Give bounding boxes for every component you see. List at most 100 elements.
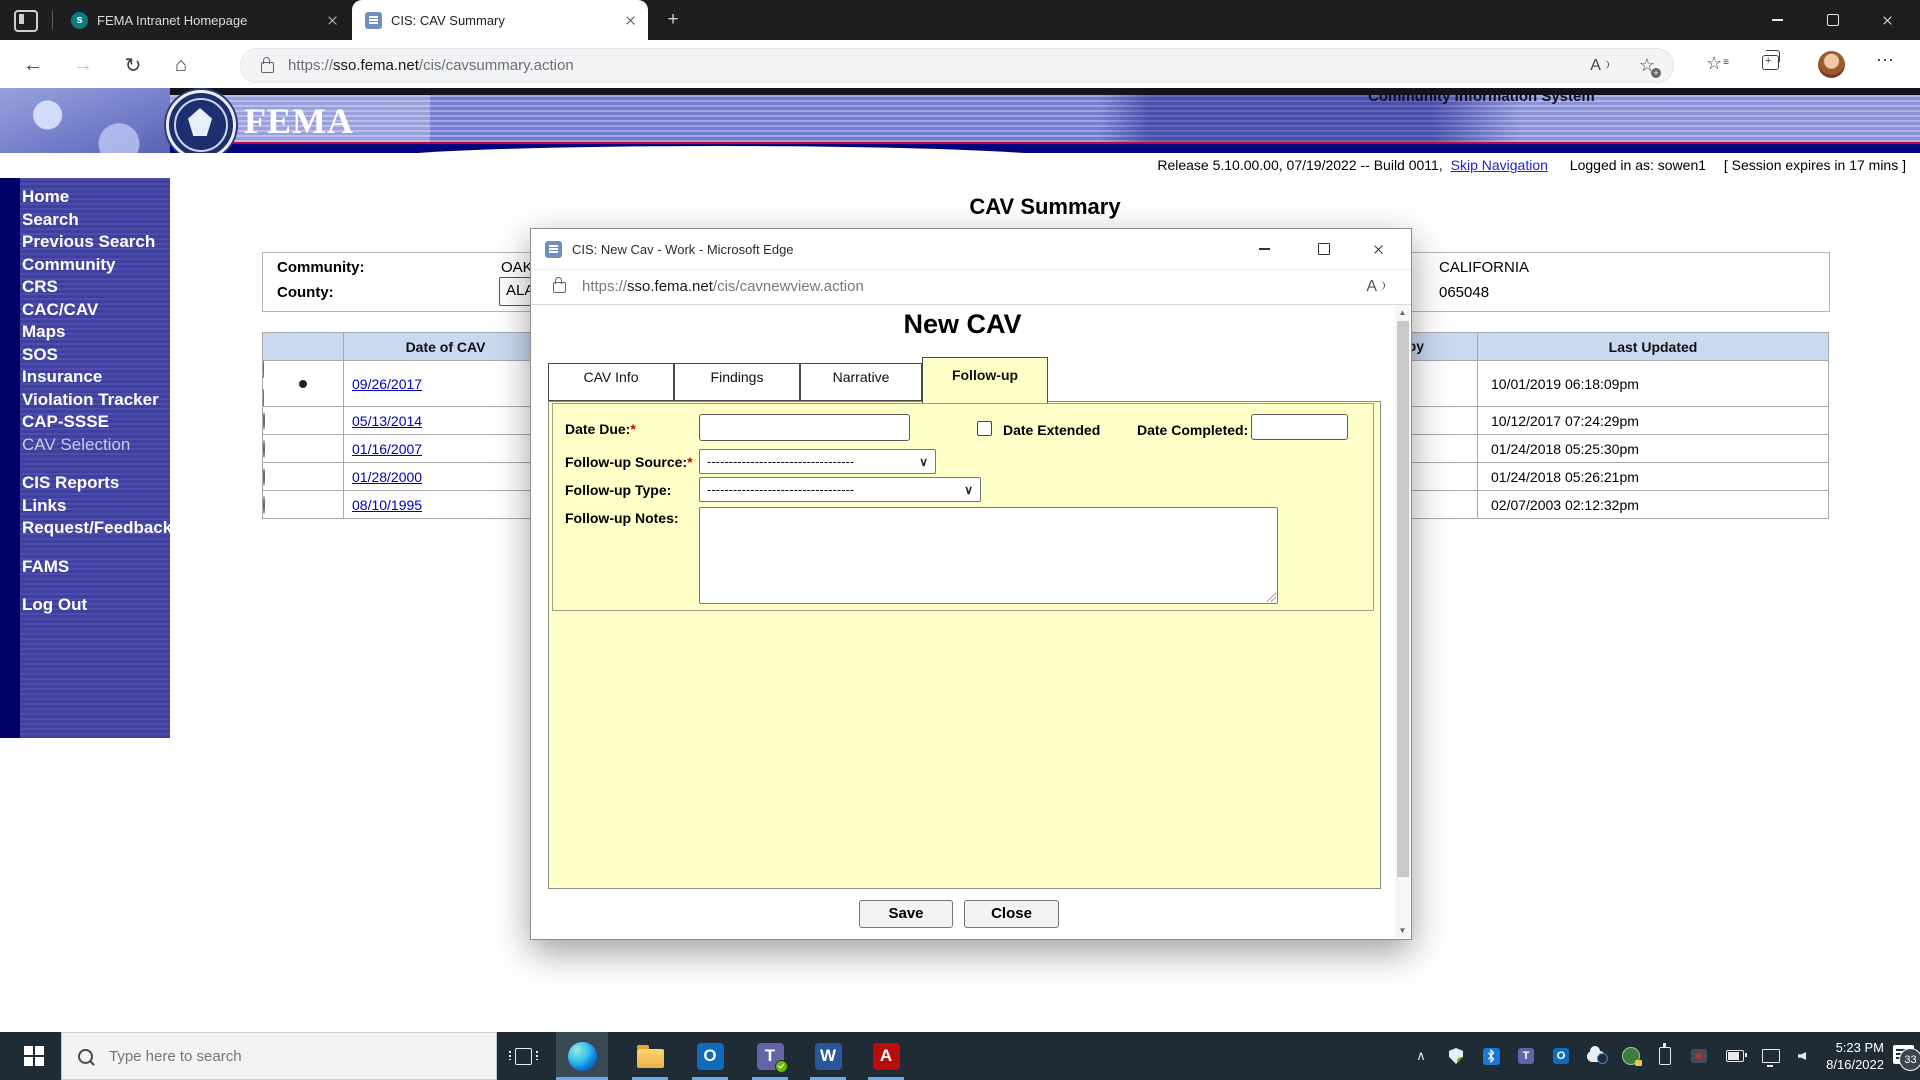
tab-cis-cav-summary[interactable]: CIS: CAV Summary — [352, 0, 648, 40]
row-radio[interactable] — [263, 467, 265, 486]
tab-findings[interactable]: Findings — [674, 363, 800, 401]
follow-up-type-label: Follow-up Type: — [565, 482, 672, 498]
sidebar-item-request-feedback[interactable]: Request/Feedback — [22, 517, 172, 540]
bluetooth-icon[interactable] — [1482, 1047, 1500, 1065]
sidebar-item-cav-selection[interactable]: CAV Selection — [22, 434, 166, 457]
scroll-up-icon[interactable]: ▲ — [1395, 305, 1410, 320]
new-tab-button[interactable]: + — [662, 9, 684, 31]
sidebar-item-log-out[interactable]: Log Out — [22, 594, 166, 617]
forward-icon[interactable]: → — [68, 50, 98, 80]
taskbar-app-acrobat[interactable]: A — [860, 1032, 912, 1080]
acrobat-icon: A — [872, 1042, 900, 1070]
sidebar-item-links[interactable]: Links — [22, 495, 166, 518]
tab-cav-info[interactable]: CAV Info — [548, 363, 674, 401]
cav-date-link[interactable]: 09/26/2017 — [343, 360, 548, 407]
add-favorite-icon[interactable]: ☆ + — [1639, 55, 1661, 78]
favorites-icon[interactable]: ☆≡ — [1706, 53, 1729, 74]
window-close-button[interactable] — [1864, 0, 1910, 40]
cav-date-link[interactable]: 01/16/2007 — [343, 434, 548, 463]
cav-date-link[interactable]: 05/13/2014 — [343, 406, 548, 435]
tray-chevron-up-icon[interactable]: ∧ — [1412, 1047, 1430, 1065]
taskbar-app-outlook[interactable]: O — [684, 1032, 736, 1080]
save-button[interactable]: Save — [859, 900, 953, 928]
network-icon[interactable] — [1762, 1047, 1780, 1067]
tab-actions-icon[interactable] — [14, 10, 38, 32]
taskbar-app-word[interactable]: W — [802, 1032, 854, 1080]
back-icon[interactable]: ← — [18, 50, 48, 80]
tray-teams-icon[interactable]: T — [1517, 1047, 1535, 1065]
row-radio[interactable] — [263, 495, 265, 514]
refresh-icon[interactable]: ↻ — [118, 50, 148, 80]
dialog-scrollbar[interactable]: ▲ ▼ — [1395, 305, 1410, 938]
sidebar-item-home[interactable]: Home — [22, 186, 166, 209]
cav-date-link[interactable]: 08/10/1995 — [343, 490, 548, 519]
page-top-band — [0, 88, 1920, 95]
session-expiry-text: [ Session expires in 17 mins ] — [1723, 157, 1906, 173]
sidebar-item-violation-tracker[interactable]: Violation Tracker — [22, 389, 166, 412]
row-radio[interactable] — [263, 411, 265, 430]
scroll-down-icon[interactable]: ▼ — [1395, 923, 1410, 938]
vpn-globe-icon[interactable] — [1622, 1047, 1642, 1066]
start-button[interactable] — [10, 1032, 58, 1080]
device-app-icon[interactable] — [1690, 1047, 1708, 1065]
sidebar-item-sos[interactable]: SOS — [22, 344, 166, 367]
dialog-close-button[interactable] — [1355, 229, 1401, 269]
sidebar-item-crs[interactable]: CRS — [22, 276, 166, 299]
taskbar-app-edge[interactable] — [556, 1032, 608, 1080]
taskbar-search[interactable] — [61, 1032, 497, 1080]
close-button[interactable]: Close — [964, 900, 1059, 928]
tab-close-icon[interactable] — [625, 15, 636, 26]
tab-follow-up[interactable]: Follow-up — [922, 357, 1048, 403]
speaker-icon[interactable] — [1796, 1047, 1814, 1065]
date-extended-checkbox[interactable] — [977, 421, 992, 436]
sidebar-item-maps[interactable]: Maps — [22, 321, 166, 344]
file-explorer-icon — [636, 1045, 664, 1068]
sidebar-item-cis-reports[interactable]: CIS Reports — [22, 472, 166, 495]
profile-avatar[interactable] — [1818, 51, 1845, 78]
sidebar-item-insurance[interactable]: Insurance — [22, 366, 166, 389]
row-radio-selected[interactable] — [263, 361, 343, 406]
search-input[interactable] — [107, 1046, 451, 1066]
dialog-minimize-button[interactable] — [1241, 229, 1287, 269]
skip-navigation-link[interactable]: Skip Navigation — [1451, 157, 1548, 173]
windows-security-icon[interactable] — [1447, 1047, 1465, 1065]
browser-menu-icon[interactable]: ⋯ — [1876, 50, 1895, 71]
cav-date-link[interactable]: 01/28/2000 — [343, 462, 548, 491]
sidebar-item-community[interactable]: Community — [22, 254, 166, 277]
window-minimize-button[interactable] — [1754, 0, 1800, 40]
follow-up-type-select[interactable]: ---------------------------------- ∨ — [699, 477, 981, 502]
sidebar-item-previous-search[interactable]: Previous Search — [22, 231, 166, 254]
read-aloud-icon[interactable]: A — [1590, 57, 1609, 75]
taskbar-app-file-explorer[interactable] — [624, 1032, 676, 1080]
scrollbar-thumb[interactable] — [1396, 321, 1409, 877]
taskbar-clock[interactable]: 5:23 PM 8/16/2022 — [1826, 1039, 1884, 1073]
sidebar-item-cap-ssse[interactable]: CAP-SSSE — [22, 411, 166, 434]
date-due-input[interactable] — [699, 414, 910, 441]
sidebar-item-fams[interactable]: FAMS — [22, 556, 166, 579]
onedrive-icon[interactable] — [1587, 1045, 1608, 1065]
browser-tab-bar: s FEMA Intranet Homepage CIS: CAV Summar… — [0, 0, 1920, 40]
usb-device-icon[interactable] — [1656, 1043, 1674, 1065]
sidebar-item-cac-cav[interactable]: CAC/CAV — [22, 299, 166, 322]
tab-close-icon[interactable] — [327, 15, 338, 26]
edge-icon — [567, 1041, 597, 1071]
task-view-button[interactable] — [508, 1040, 538, 1072]
tab-narrative[interactable]: Narrative — [800, 363, 922, 401]
row-radio[interactable] — [263, 439, 265, 458]
dialog-maximize-button[interactable] — [1301, 229, 1347, 269]
read-aloud-icon[interactable]: A — [1366, 278, 1385, 296]
collections-icon[interactable]: + — [1762, 50, 1780, 70]
home-icon[interactable]: ⌂ — [166, 50, 196, 80]
tab-fema-intranet[interactable]: s FEMA Intranet Homepage — [58, 0, 350, 40]
sidebar-item-search[interactable]: Search — [22, 209, 166, 232]
follow-up-source-select[interactable]: ---------------------------------- ∨ — [699, 449, 936, 474]
follow-up-notes-textarea[interactable] — [699, 507, 1278, 604]
window-maximize-button[interactable] — [1810, 0, 1856, 40]
address-bar[interactable]: https://sso.fema.net/cis/cavsummary.acti… — [240, 48, 1674, 83]
last-updated-cell: 02/07/2003 02:12:32pm — [1477, 490, 1829, 519]
battery-icon[interactable] — [1726, 1047, 1747, 1065]
tray-outlook-icon[interactable]: O — [1552, 1047, 1570, 1065]
taskbar-app-teams[interactable]: T — [744, 1032, 796, 1080]
action-center-icon[interactable]: 33 — [1893, 1045, 1920, 1071]
date-completed-input[interactable] — [1251, 414, 1348, 440]
